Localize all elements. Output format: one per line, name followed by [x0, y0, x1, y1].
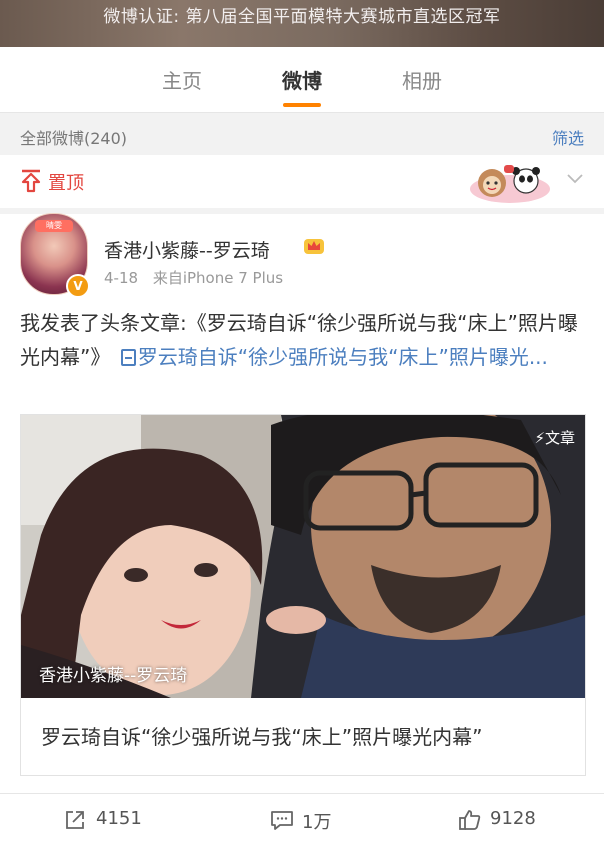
thumbs-up-icon	[459, 810, 481, 830]
tab-home[interactable]: 主页	[142, 65, 222, 94]
pinned-row[interactable]: 置顶	[0, 155, 604, 209]
username[interactable]: 香港小紫藤--罗云琦	[104, 236, 270, 263]
pinned-label: 置顶	[48, 173, 84, 194]
verified-badge-icon: V	[66, 274, 90, 298]
article-link-icon	[120, 349, 136, 366]
article-title[interactable]: 罗云琦自诉“徐少强所说与我“床上”照片曝光内幕”	[41, 721, 482, 750]
tab-weibo[interactable]: 微博	[262, 65, 342, 94]
comment-count: 1万	[302, 812, 332, 833]
verification-text: 微博认证: 第八届全国平面模特大赛城市直选区冠军	[103, 7, 501, 27]
crown-badge-icon[interactable]	[303, 236, 325, 256]
article-badge: ⚡文章	[534, 429, 575, 447]
cover-photo-icon	[21, 415, 585, 698]
profile-banner: 微博认证: 第八届全国平面模特大赛城市直选区冠军	[0, 0, 604, 47]
repost-count: 4151	[96, 808, 142, 829]
post-source: 来自iPhone 7 Plus	[152, 269, 284, 287]
like-count: 9128	[490, 808, 536, 829]
pin-top-icon	[21, 169, 41, 193]
active-tab-indicator	[283, 103, 321, 107]
profile-tabs: 主页 微博 相册	[0, 47, 604, 113]
action-bar: 4151 1万 9128	[0, 793, 604, 847]
article-card[interactable]: ⚡文章 香港小紫藤--罗云琦 罗云琦自诉“徐少强所说与我“床上”照片曝光内幕”	[20, 414, 586, 776]
section-separator	[0, 208, 604, 214]
comment-icon	[271, 811, 293, 830]
filter-button[interactable]: 筛选	[552, 125, 584, 149]
post-body: 我发表了头条文章:《罗云琦自诉“徐少强所说与我“床上”照片曝光内幕”》 罗云琦自…	[20, 306, 588, 374]
share-icon	[66, 811, 84, 829]
tab-album[interactable]: 相册	[382, 65, 462, 94]
post-count-label: 全部微博(240)	[20, 129, 128, 148]
monkey-sticker-icon	[470, 165, 550, 203]
filter-bar: 全部微博(240) 筛选	[0, 113, 604, 155]
chevron-down-icon[interactable]	[565, 171, 585, 187]
article-link[interactable]: 罗云琦自诉“徐少强所说与我“床上”照片曝光...	[138, 345, 548, 369]
avatar-sign: 晴雯	[35, 220, 73, 232]
article-cover-image: ⚡文章 香港小紫藤--罗云琦	[21, 415, 585, 698]
post-time: 4-18	[104, 269, 139, 287]
post-meta: 4-18 来自iPhone 7 Plus	[104, 267, 283, 288]
cover-author-label: 香港小紫藤--罗云琦	[39, 666, 188, 686]
